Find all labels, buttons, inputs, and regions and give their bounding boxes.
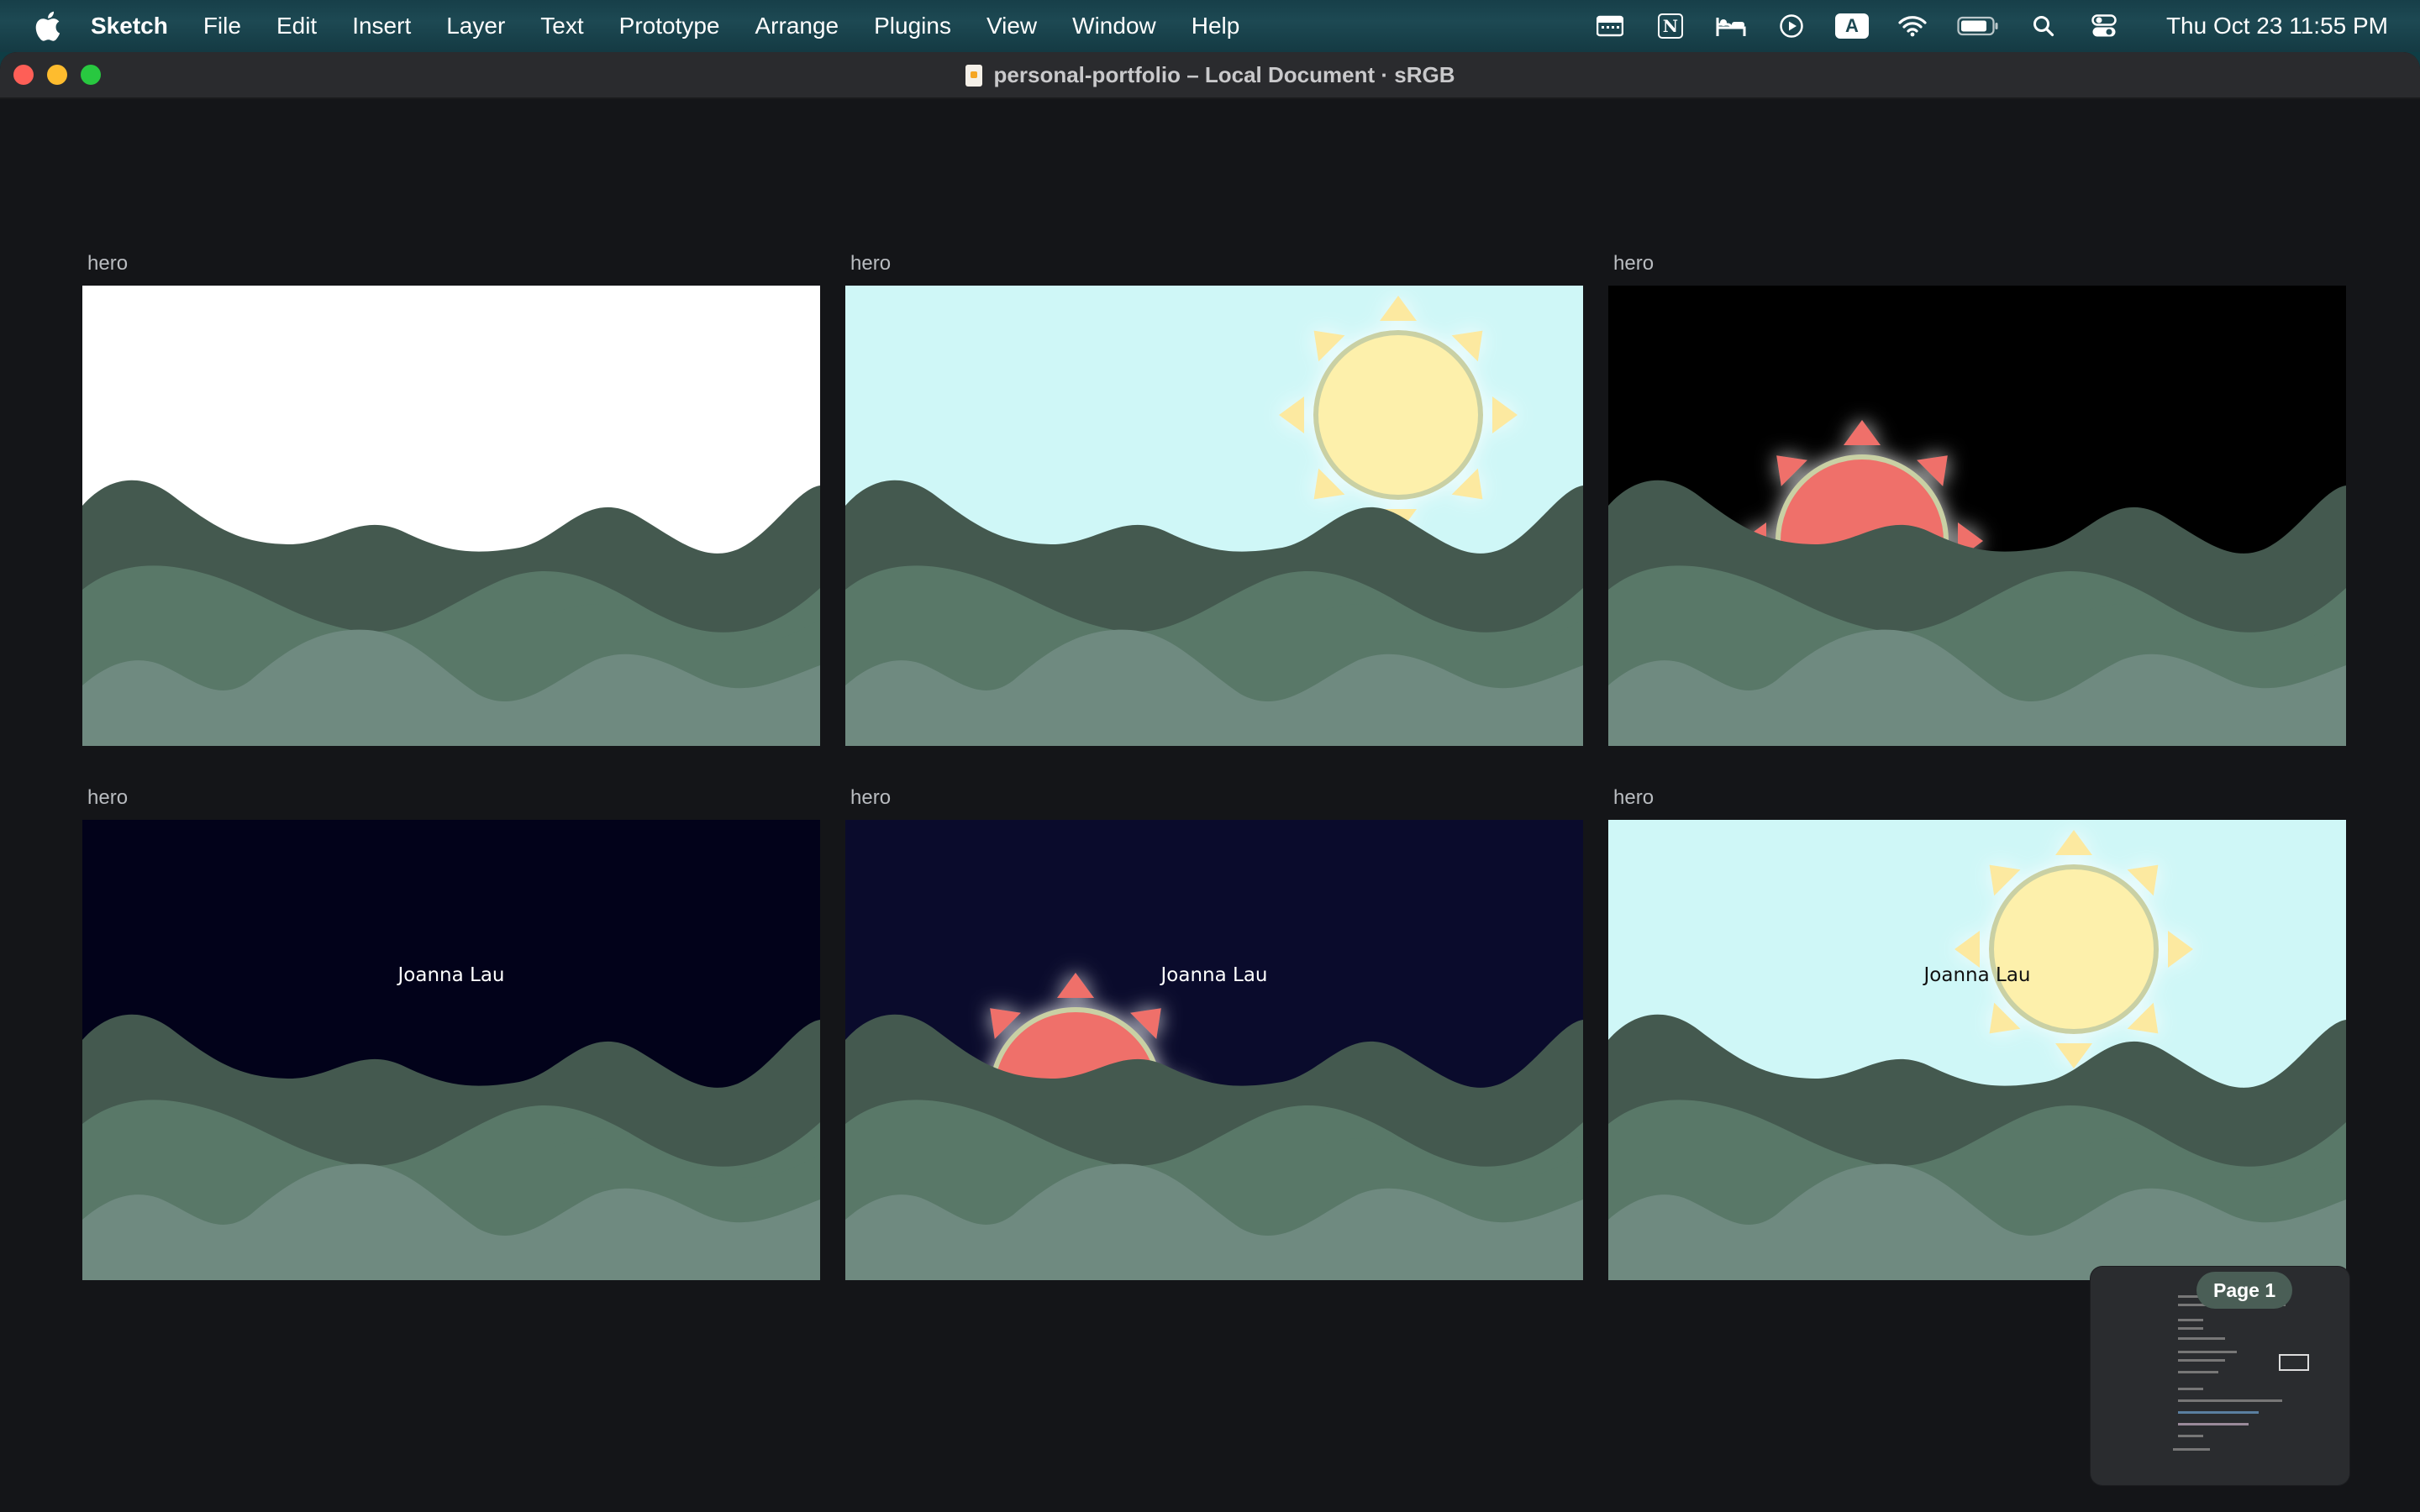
- artboard-hero-night-red-sun-text[interactable]: Joanna Lau: [845, 820, 1583, 1280]
- artboard-label[interactable]: hero: [1613, 252, 1654, 276]
- menu-app-name[interactable]: Sketch: [91, 0, 186, 52]
- design-canvas[interactable]: hero hero hero hero Joanna Lau hero Joan…: [0, 99, 2420, 1512]
- sun-core: [1313, 330, 1483, 500]
- artboard-label[interactable]: hero: [850, 252, 891, 276]
- artboard-hero-night-red-sun[interactable]: [1608, 286, 2346, 746]
- input-source-icon[interactable]: A: [1834, 9, 1869, 43]
- hero-illustration: [845, 820, 1583, 1280]
- menu-prototype[interactable]: Prototype: [602, 0, 738, 52]
- artboard-hero-day-sun-text[interactable]: Joanna Lau: [1608, 820, 2346, 1280]
- sleep-icon[interactable]: [1714, 9, 1748, 43]
- play-circle-icon[interactable]: [1775, 9, 1808, 43]
- input-source-label: A: [1834, 13, 1869, 39]
- menu-plugins[interactable]: Plugins: [856, 0, 969, 52]
- wifi-icon[interactable]: [1896, 9, 1929, 43]
- minimap-viewport[interactable]: [2279, 1354, 2309, 1371]
- menu-bar: Sketch File Edit Insert Layer Text Proto…: [0, 0, 2420, 52]
- sun: [1954, 830, 2193, 1068]
- menu-arrange[interactable]: Arrange: [738, 0, 857, 52]
- control-center-icon[interactable]: [2087, 9, 2121, 43]
- page-badge[interactable]: Page 1: [2196, 1272, 2293, 1309]
- menu-view[interactable]: View: [969, 0, 1055, 52]
- menu-edit[interactable]: Edit: [259, 0, 334, 52]
- window-title-text: personal-portfolio – Local Document · sR…: [993, 62, 1455, 87]
- menu-layer[interactable]: Layer: [429, 0, 523, 52]
- hero-illustration: [845, 286, 1583, 746]
- hero-name-text: Joanna Lau: [1160, 964, 1268, 986]
- hero-illustration: [1608, 286, 2346, 746]
- sun-core: [1989, 864, 2159, 1034]
- sketch-document-icon: [965, 65, 982, 87]
- artboard-label[interactable]: hero: [1613, 786, 1654, 810]
- menu-window[interactable]: Window: [1055, 0, 1174, 52]
- menu-insert[interactable]: Insert: [334, 0, 429, 52]
- sun: [1279, 296, 1518, 534]
- menu-text[interactable]: Text: [523, 0, 601, 52]
- menu-help[interactable]: Help: [1174, 0, 1258, 52]
- hero-name-text: Joanna Lau: [1923, 964, 2031, 986]
- sketch-window: personal-portfolio – Local Document · sR…: [0, 52, 2420, 1512]
- hero-name-text: Joanna Lau: [397, 964, 505, 986]
- menu-file[interactable]: File: [186, 0, 259, 52]
- artboard-label[interactable]: hero: [87, 786, 128, 810]
- search-icon[interactable]: [2027, 9, 2060, 43]
- artboard-hero-day-sun[interactable]: [845, 286, 1583, 746]
- artboard-label[interactable]: hero: [87, 252, 128, 276]
- apple-menu-icon[interactable]: [34, 10, 60, 42]
- calendar-icon[interactable]: [1593, 9, 1627, 43]
- artboard-hero-day-blank[interactable]: [82, 286, 820, 746]
- hero-illustration: [82, 286, 820, 746]
- artboard-hero-night-text[interactable]: Joanna Lau: [82, 820, 820, 1280]
- notion-icon[interactable]: N: [1654, 9, 1687, 43]
- battery-icon[interactable]: [1956, 9, 2000, 43]
- menubar-clock[interactable]: Thu Oct 23 11:55 PM: [2166, 13, 2388, 39]
- notion-label: N: [1657, 13, 1683, 39]
- title-bar[interactable]: personal-portfolio – Local Document · sR…: [0, 52, 2420, 99]
- hero-illustration: [82, 820, 820, 1280]
- artboard-label[interactable]: hero: [850, 786, 891, 810]
- hero-illustration: [1608, 820, 2346, 1280]
- window-title: personal-portfolio – Local Document · sR…: [0, 52, 2420, 97]
